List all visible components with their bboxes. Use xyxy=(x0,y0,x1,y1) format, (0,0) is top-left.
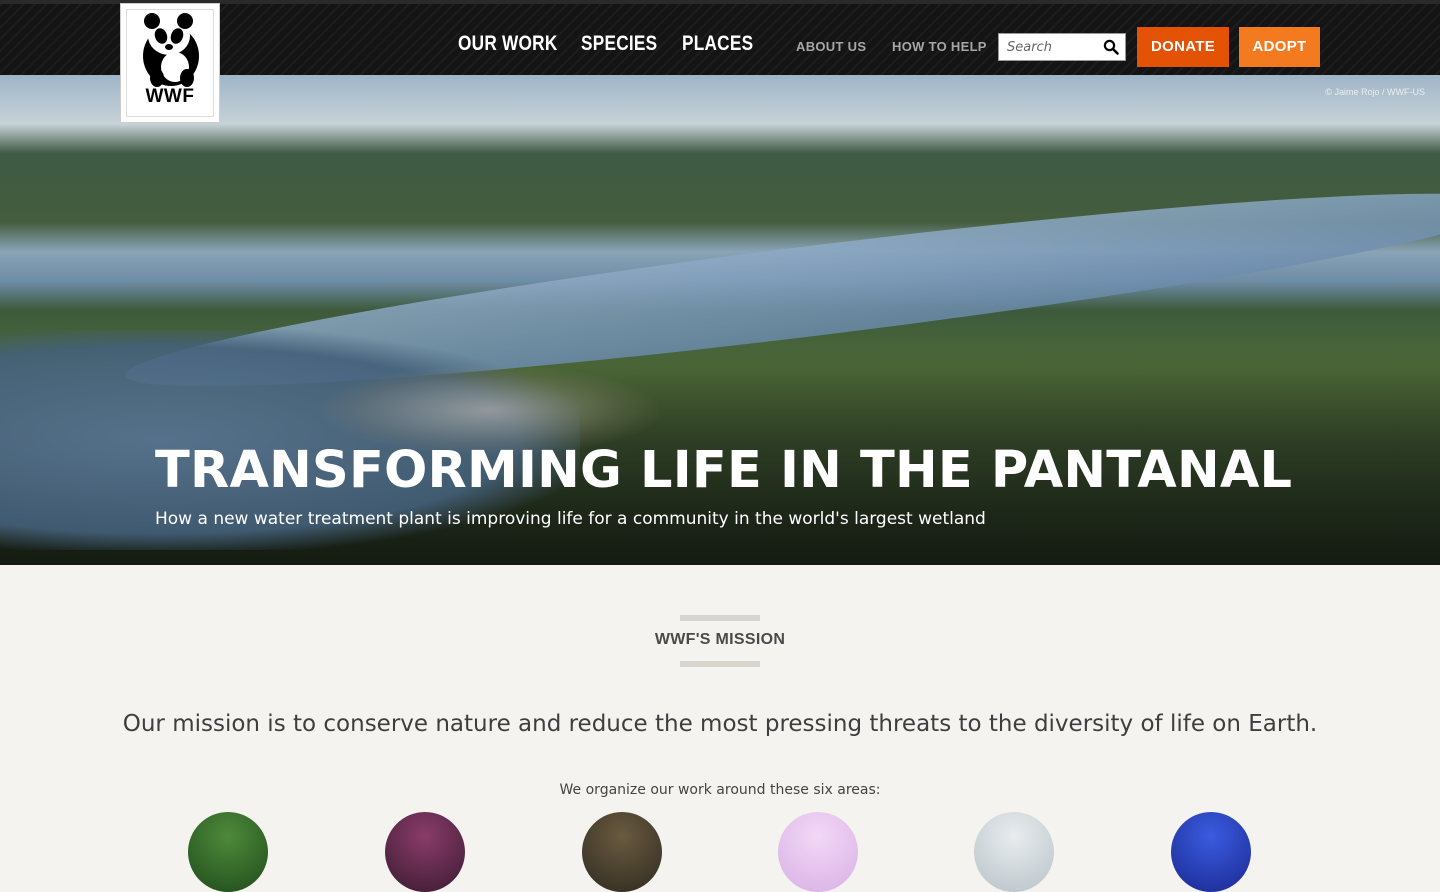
nav-species[interactable]: SPECIES xyxy=(581,32,657,56)
area-circle-1[interactable] xyxy=(188,812,268,892)
areas-intro: We organize our work around these six ar… xyxy=(559,782,881,798)
area-circle-5[interactable] xyxy=(974,812,1054,892)
donate-button[interactable]: DONATE xyxy=(1137,27,1229,67)
area-circle-2[interactable] xyxy=(385,812,465,892)
area-circle-4[interactable] xyxy=(778,812,858,892)
nav-how-to-help[interactable]: HOW TO HELP xyxy=(892,39,987,54)
panda-logo-icon xyxy=(143,13,199,87)
nav-places[interactable]: PLACES xyxy=(682,32,753,56)
search-box xyxy=(998,33,1126,61)
mission-heading: WWF'S MISSION xyxy=(654,631,786,648)
logo-text: WWF xyxy=(145,86,195,107)
area-circle-3[interactable] xyxy=(582,812,662,892)
search-icon[interactable] xyxy=(1103,39,1119,55)
search-input[interactable] xyxy=(999,34,1115,60)
hero-title[interactable]: TRANSFORMING LIFE IN THE PANTANAL xyxy=(155,441,1292,500)
nav-our-work[interactable]: OUR WORK xyxy=(458,32,558,56)
nav-about-us[interactable]: ABOUT US xyxy=(796,39,866,54)
mission-divider-top xyxy=(680,615,760,621)
adopt-button[interactable]: ADOPT xyxy=(1239,27,1320,67)
hero-banner[interactable]: © Jaime Rojo / WWF-US TRANSFORMING LIFE … xyxy=(0,75,1440,565)
mission-divider-bottom xyxy=(680,661,760,667)
hero-subtitle: How a new water treatment plant is impro… xyxy=(155,509,986,529)
mission-statement: Our mission is to conserve nature and re… xyxy=(122,711,1318,737)
photo-credit: © Jaime Rojo / WWF-US xyxy=(1325,87,1425,97)
wwf-logo[interactable]: WWF xyxy=(120,3,220,123)
area-circle-6[interactable] xyxy=(1171,812,1251,892)
